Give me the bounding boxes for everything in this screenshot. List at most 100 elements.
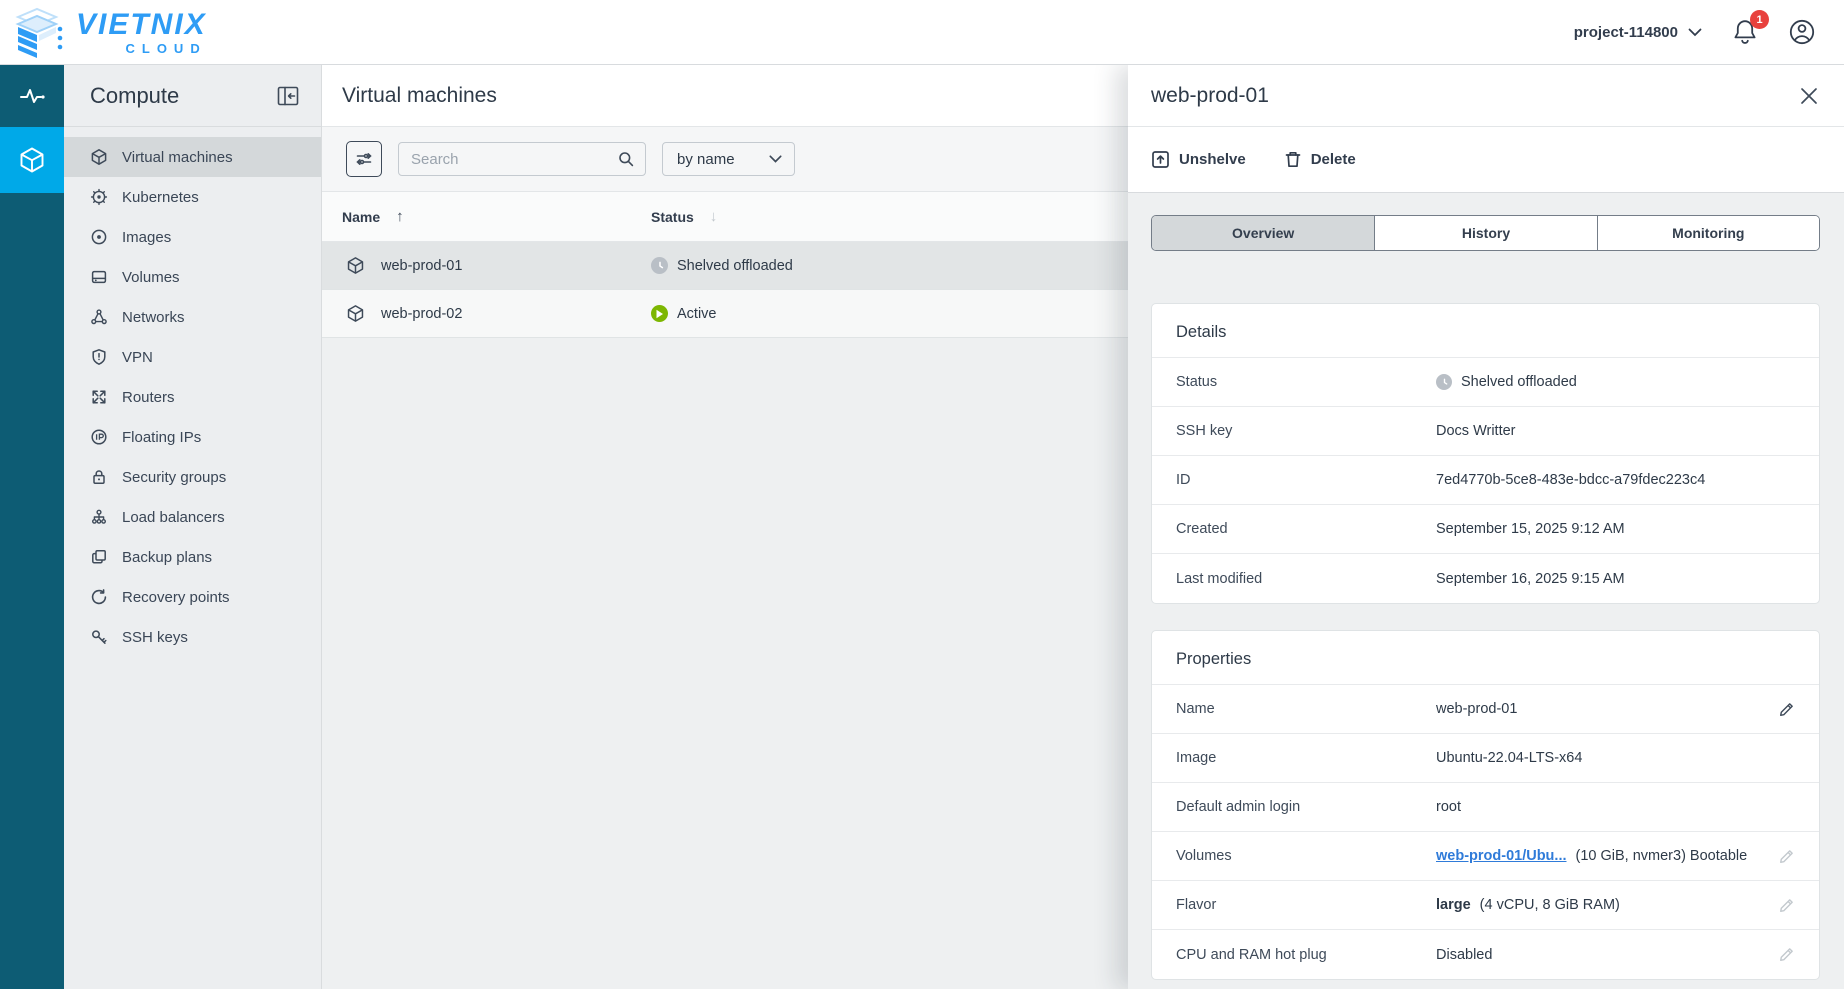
vm-status: Active — [677, 306, 717, 322]
sidebar-item-routers[interactable]: Routers — [64, 377, 321, 417]
padlock-icon — [90, 468, 108, 486]
table-row-web-prod-02[interactable]: web-prod-02 Active — [322, 290, 1128, 338]
unshelve-button[interactable]: Unshelve — [1151, 150, 1246, 169]
logo-primary: VIETNIX — [76, 10, 207, 40]
page-title: Virtual machines — [342, 84, 497, 108]
search-box — [398, 142, 646, 176]
compute-sidebar: Compute Virtual machines — [64, 65, 322, 989]
delete-button[interactable]: Delete — [1284, 150, 1356, 169]
sidebar-item-networks[interactable]: Networks — [64, 297, 321, 337]
volume-link[interactable]: web-prod-01/Ubu... — [1436, 848, 1567, 864]
search-mode-select[interactable]: by name — [662, 142, 795, 176]
images-icon — [90, 228, 108, 246]
sidebar-item-label: Volumes — [122, 269, 180, 286]
sidebar-item-label: Recovery points — [122, 589, 230, 606]
sidebar-item-floating-ips[interactable]: Floating IPs — [64, 417, 321, 457]
unshelve-label: Unshelve — [1179, 151, 1246, 168]
sidebar-collapse-icon[interactable] — [277, 86, 299, 106]
sidebar-item-load-balancers[interactable]: Load balancers — [64, 497, 321, 537]
vm-toolbar: by name — [322, 127, 1128, 192]
flavor-name: large — [1436, 897, 1471, 913]
panel-actions: Unshelve Delete — [1128, 127, 1844, 193]
sidebar-item-label: VPN — [122, 349, 153, 366]
sidebar-item-vpn[interactable]: VPN — [64, 337, 321, 377]
sort-asc-icon[interactable]: ↑ — [396, 208, 404, 225]
chevron-down-icon — [1688, 28, 1702, 37]
sidebar-item-label: Networks — [122, 309, 185, 326]
rail-item-compute[interactable] — [0, 127, 64, 193]
column-header-name[interactable]: Name — [342, 209, 380, 225]
property-value: (4 vCPU, 8 GiB RAM) — [1480, 897, 1620, 913]
detail-label: ID — [1176, 472, 1436, 488]
load-balancer-icon — [90, 508, 108, 526]
sidebar-item-label: Floating IPs — [122, 429, 201, 446]
tab-overview[interactable]: Overview — [1152, 216, 1374, 250]
cube-icon — [90, 148, 108, 166]
cube-icon — [346, 256, 365, 275]
detail-row-ssh-key: SSH key Docs Writter — [1152, 407, 1819, 456]
pulse-icon — [19, 86, 45, 106]
edit-flavor-pencil-icon[interactable] — [1778, 897, 1795, 914]
detail-value: September 15, 2025 9:12 AM — [1436, 521, 1795, 537]
close-icon[interactable] — [1800, 87, 1818, 105]
property-value: Disabled — [1436, 947, 1766, 963]
logo-text: VIETNIX CLOUD — [76, 10, 207, 55]
edit-volumes-pencil-icon[interactable] — [1778, 848, 1795, 865]
detail-label: Last modified — [1176, 571, 1436, 587]
detail-value: Shelved offloaded — [1461, 374, 1577, 390]
logo-secondary: CLOUD — [76, 42, 207, 55]
topbar-right: project-114800 1 — [1574, 18, 1816, 46]
property-row-image: Image Ubuntu-22.04-LTS-x64 — [1152, 734, 1819, 783]
column-header-status[interactable]: Status — [651, 209, 694, 225]
detail-label: Status — [1176, 374, 1436, 390]
sidebar-item-recovery-points[interactable]: Recovery points — [64, 577, 321, 617]
edit-name-pencil-icon[interactable] — [1778, 701, 1795, 718]
vm-table-header: Name ↑ Status ↓ — [322, 192, 1128, 242]
detail-label: Created — [1176, 521, 1436, 537]
delete-label: Delete — [1311, 151, 1356, 168]
project-switcher[interactable]: project-114800 — [1574, 24, 1702, 41]
filter-button[interactable] — [346, 141, 382, 177]
vpn-shield-icon — [90, 348, 108, 366]
details-card-title: Details — [1152, 304, 1819, 358]
service-rail — [0, 65, 64, 989]
backup-copy-icon — [90, 548, 108, 566]
sidebar-item-virtual-machines[interactable]: Virtual machines — [64, 137, 321, 177]
tab-monitoring[interactable]: Monitoring — [1597, 216, 1819, 250]
table-row-web-prod-01[interactable]: web-prod-01 Shelved offloaded — [322, 242, 1128, 290]
sidebar-item-label: Security groups — [122, 469, 226, 486]
edit-hotplug-pencil-icon[interactable] — [1778, 946, 1795, 963]
chevron-down-icon — [769, 155, 782, 163]
sidebar-item-label: Images — [122, 229, 171, 246]
vm-list-view: Virtual machines by name — [322, 65, 1128, 989]
property-label: Image — [1176, 750, 1436, 766]
notifications-button[interactable]: 1 — [1732, 18, 1758, 46]
sidebar-item-kubernetes[interactable]: Kubernetes — [64, 177, 321, 217]
sidebar-item-ssh-keys[interactable]: SSH keys — [64, 617, 321, 657]
sidebar-item-label: Kubernetes — [122, 189, 199, 206]
sidebar-item-volumes[interactable]: Volumes — [64, 257, 321, 297]
user-avatar-icon — [1788, 18, 1816, 46]
property-row-name: Name web-prod-01 — [1152, 685, 1819, 734]
search-input[interactable] — [411, 151, 617, 168]
detail-value: September 16, 2025 9:15 AM — [1436, 571, 1795, 587]
recovery-history-icon — [90, 588, 108, 606]
cube-icon — [19, 146, 45, 174]
account-button[interactable] — [1788, 18, 1816, 46]
sidebar-section-title: Compute — [90, 83, 179, 109]
detail-row-id: ID 7ed4770b-5ce8-483e-bdcc-a79fdec223c4 — [1152, 456, 1819, 505]
vietnix-logo: VIETNIX CLOUD — [10, 5, 207, 59]
sidebar-item-images[interactable]: Images — [64, 217, 321, 257]
sort-desc-icon[interactable]: ↓ — [710, 208, 718, 225]
tab-history[interactable]: History — [1374, 216, 1596, 250]
panel-body: Overview History Monitoring Details Stat… — [1128, 193, 1844, 989]
sidebar-item-security-groups[interactable]: Security groups — [64, 457, 321, 497]
property-row-flavor: Flavor large (4 vCPU, 8 GiB RAM) — [1152, 881, 1819, 930]
volumes-icon — [90, 268, 108, 286]
rail-item-monitoring[interactable] — [0, 65, 64, 127]
sliders-icon — [355, 151, 373, 167]
details-card: Details Status Shelved offloaded SSH key… — [1151, 303, 1820, 604]
sidebar-item-label: SSH keys — [122, 629, 188, 646]
search-icon[interactable] — [617, 150, 635, 168]
sidebar-item-backup-plans[interactable]: Backup plans — [64, 537, 321, 577]
